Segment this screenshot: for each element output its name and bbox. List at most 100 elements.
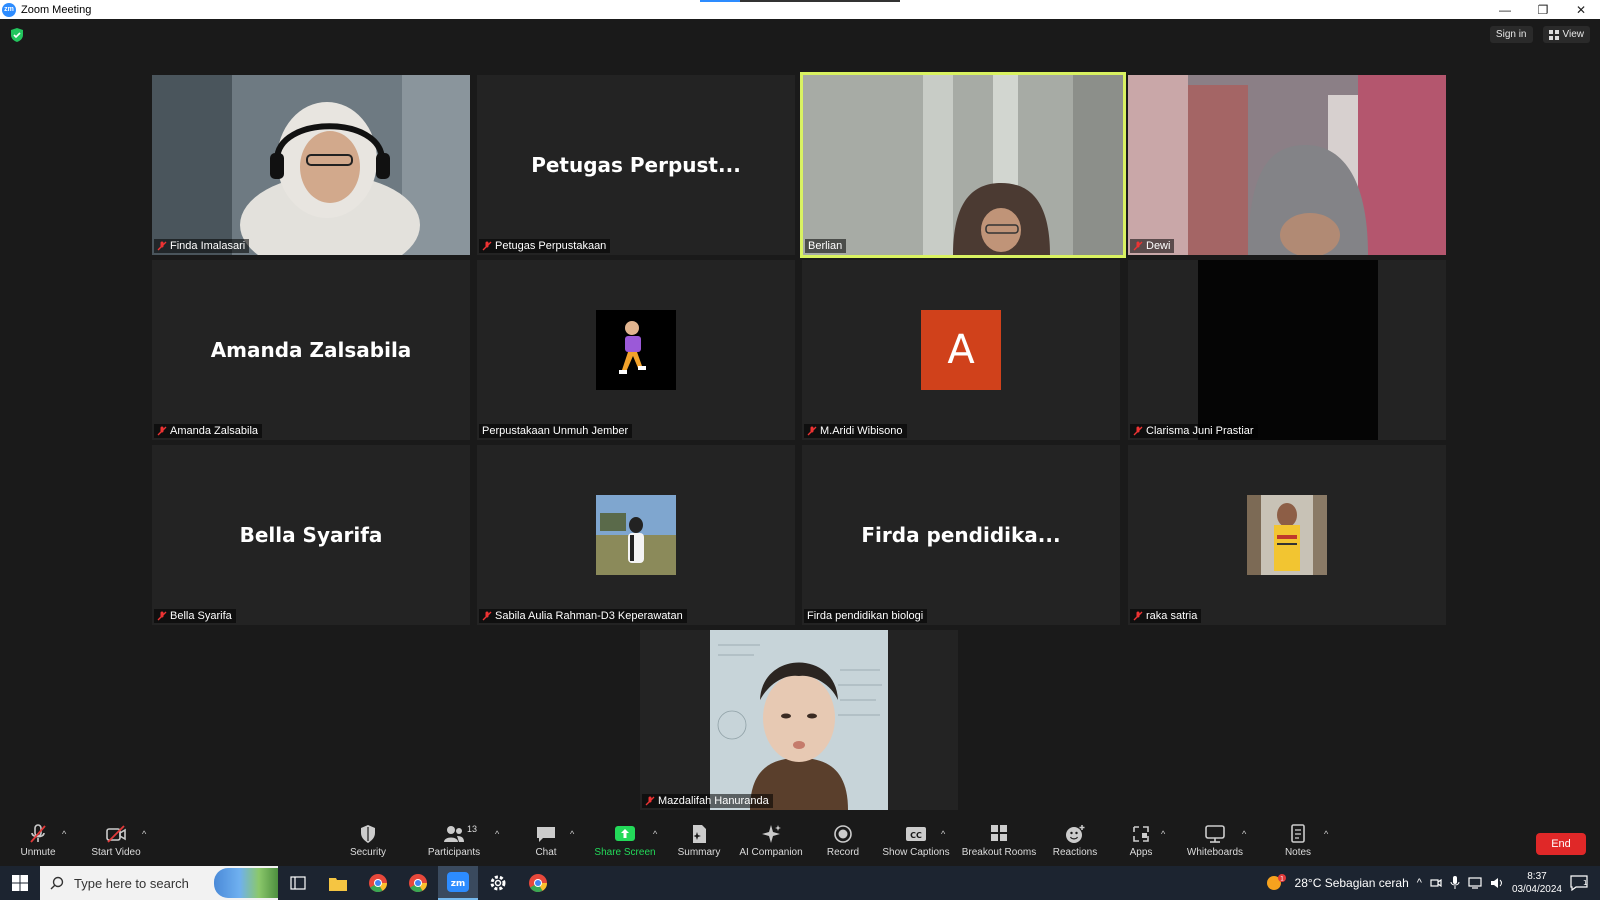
view-label: View [1562,29,1585,40]
chrome-profile-button[interactable] [398,866,438,900]
notes-button[interactable]: Notes [1280,816,1316,866]
sparkle-icon [762,825,781,843]
title-progress [700,0,900,2]
share-screen-label: Share Screen [594,847,656,858]
sign-in-button[interactable]: Sign in [1489,26,1533,43]
video-tile[interactable]: Dewi [1128,75,1446,255]
network-icon[interactable] [1468,877,1482,889]
participant-name: Finda Imalasari [170,240,246,252]
folder-icon [329,877,347,891]
zoom-app-icon: zm [447,872,469,892]
unmute-button[interactable]: Unmute [18,816,58,866]
minimize-button[interactable]: — [1486,0,1524,19]
apps-button[interactable]: Apps [1126,816,1156,866]
microphone-icon[interactable] [1450,876,1460,890]
participant-nameplate: Amanda Zalsabila [154,424,263,438]
chat-button[interactable]: Chat [530,816,562,866]
svg-text:1: 1 [1583,879,1587,887]
file-explorer-button[interactable] [318,866,358,900]
show-captions-button[interactable]: CC Show Captions [880,816,952,866]
letter-avatar: A [921,310,1001,390]
video-tile[interactable]: Finda Imalasari [152,75,470,255]
audio-options-caret[interactable]: ^ [62,829,66,839]
video-tile[interactable]: A M.Aridi Wibisono [802,260,1120,440]
start-button[interactable] [0,866,40,900]
ai-companion-button[interactable]: AI Companion [738,816,804,866]
participants-options-caret[interactable]: ^ [495,829,499,839]
participant-video [1128,75,1446,255]
restore-button[interactable]: ❐ [1524,0,1562,19]
settings-button[interactable] [478,866,518,900]
video-tile[interactable]: Firda pendidika... Firda pendidikan biol… [802,445,1120,625]
participant-name: Amanda Zalsabila [170,425,259,437]
whiteboards-label: Whiteboards [1186,847,1244,858]
participant-name: Sabila Aulia Rahman-D3 Keperawatan [495,610,683,622]
notes-options-caret[interactable]: ^ [1324,829,1328,839]
whiteboards-button[interactable]: Whiteboards [1185,816,1245,866]
weather-sun-icon[interactable]: 1 [1265,874,1287,892]
muted-mic-icon [645,796,655,806]
zoom-taskbar-button[interactable]: zm [438,866,478,900]
participant-video [710,630,888,810]
chevron-up-icon[interactable]: ^ [1417,877,1422,889]
participant-video [803,75,1123,255]
muted-mic-icon [1133,426,1143,436]
windows-taskbar: Type here to search zm 1 28°C Sebagian c… [0,866,1600,900]
video-tile[interactable]: Bella Syarifa Bella Syarifa [152,445,470,625]
video-tile[interactable]: Sabila Aulia Rahman-D3 Keperawatan [477,445,795,625]
volume-icon[interactable] [1490,877,1504,889]
zoom-logo-icon: zm [2,2,16,17]
notes-icon [1291,824,1305,843]
participant-nameplate: Firda pendidikan biologi [804,609,928,623]
video-tile[interactable]: Perpustakaan Unmuh Jember [477,260,795,440]
notifications-icon[interactable]: 1 [1570,875,1588,891]
participant-nameplate: M.Aridi Wibisono [804,424,907,438]
video-options-caret[interactable]: ^ [142,829,146,839]
share-options-caret[interactable]: ^ [653,829,657,839]
summary-button[interactable]: Summary [676,816,722,866]
video-tile[interactable]: Clarisma Juni Prastiar [1128,260,1446,440]
video-tile[interactable]: Petugas Perpust... Petugas Perpustakaan [477,75,795,255]
chat-bubble-icon [537,827,555,842]
captions-cc-icon: CC [906,827,926,841]
title-bar: zm Zoom Meeting — ❐ ✕ [0,0,1600,19]
captions-options-caret[interactable]: ^ [941,829,945,839]
weather-text[interactable]: 28°C Sebagian cerah [1295,876,1409,890]
muted-mic-icon [157,241,167,251]
security-button[interactable]: Security [345,816,391,866]
chrome-button[interactable] [358,866,398,900]
start-video-button[interactable]: Start Video [88,816,144,866]
breakout-rooms-button[interactable]: Breakout Rooms [960,816,1038,866]
reactions-button[interactable]: Reactions [1050,816,1100,866]
video-tile[interactable]: Amanda Zalsabila Amanda Zalsabila [152,260,470,440]
apps-icon [1133,826,1149,842]
participant-name: Firda pendidikan biologi [807,610,924,622]
video-tile[interactable]: raka satria [1128,445,1446,625]
participant-nameplate: Berlian [805,239,847,253]
close-button[interactable]: ✕ [1562,0,1600,19]
task-view-button[interactable] [278,866,318,900]
active-speaker-tile[interactable]: Berlian [800,72,1126,258]
reactions-label: Reactions [1052,847,1098,858]
share-screen-button[interactable]: Share Screen [594,816,656,866]
record-button[interactable]: Record [823,816,863,866]
profile-picture [596,495,676,575]
chat-options-caret[interactable]: ^ [570,829,574,839]
meet-now-icon[interactable] [1430,877,1442,889]
chat-label: Chat [535,847,557,858]
muted-mic-icon [1133,241,1143,251]
participant-nameplate: Petugas Perpustakaan [479,239,611,253]
grid-view-icon [1548,29,1559,40]
record-icon [834,825,852,843]
ai-companion-label: AI Companion [739,847,803,858]
participant-name: M.Aridi Wibisono [820,425,903,437]
end-meeting-button[interactable]: End [1536,833,1586,855]
view-button[interactable]: View [1542,26,1590,43]
clock[interactable]: 8:37 03/04/2024 [1512,870,1562,896]
apps-options-caret[interactable]: ^ [1161,829,1165,839]
encryption-shield-icon[interactable] [10,28,24,42]
video-tile[interactable]: Mazdalifah Hanuranda [640,630,958,810]
taskbar-search-box[interactable]: Type here to search [40,866,278,900]
chrome-window-button[interactable] [518,866,558,900]
whiteboards-options-caret[interactable]: ^ [1242,829,1246,839]
